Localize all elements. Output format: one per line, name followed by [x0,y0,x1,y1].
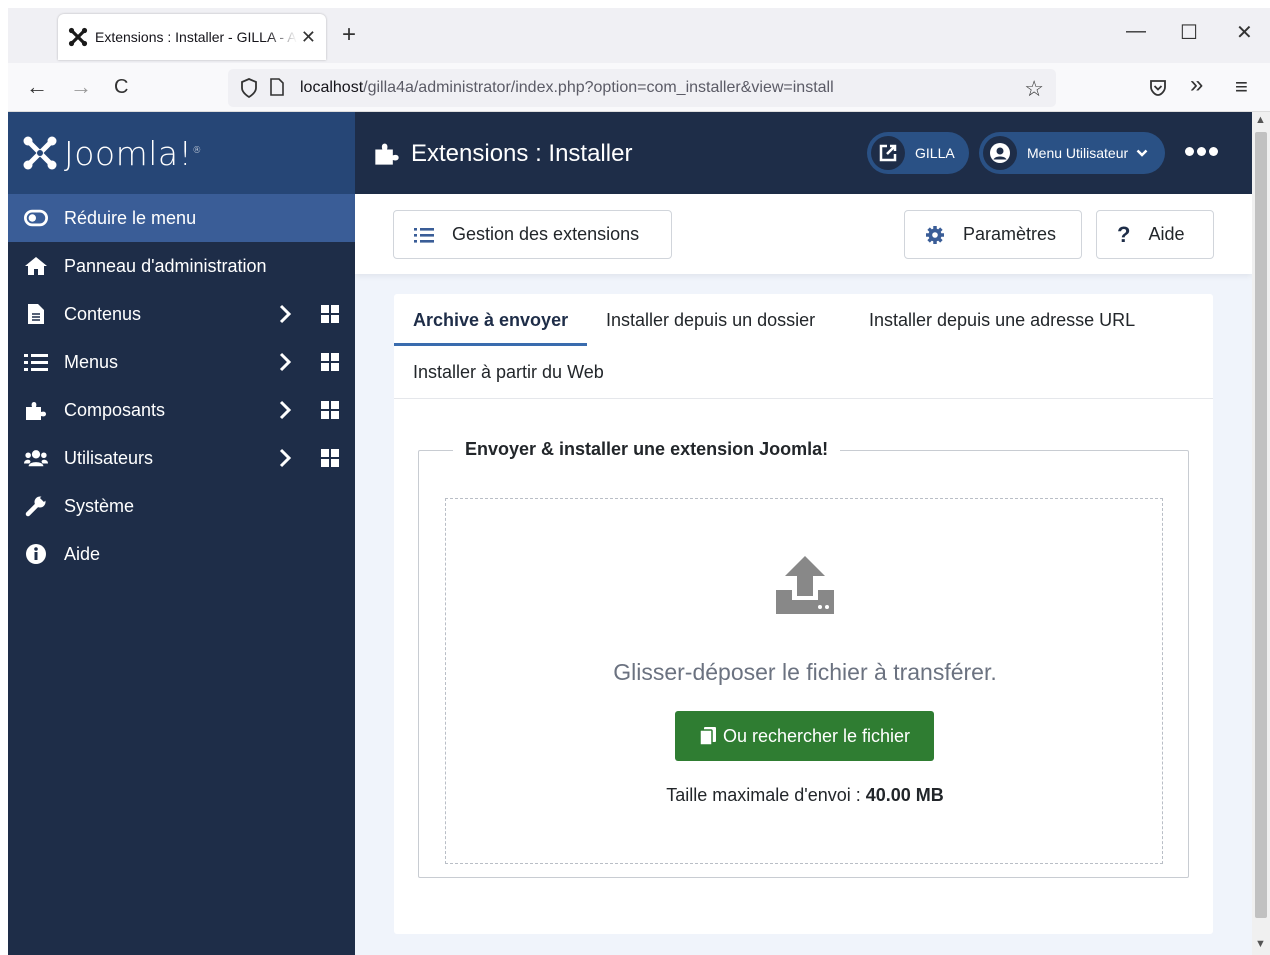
reload-button[interactable]: C [114,74,128,100]
scroll-thumb[interactable] [1255,132,1267,918]
installer-tabs: Archive à envoyer Installer depuis un do… [394,294,1213,399]
sidebar-item-label: Aide [64,543,101,564]
sidebar-item-users[interactable]: Utilisateurs [8,434,355,482]
list-icon [24,350,48,374]
toolbar: Gestion des extensions Paramètres ? Aide [355,194,1252,274]
joomla-logo-icon [23,136,57,170]
max-upload-size: Taille maximale d'envoi : 40.00 MB [666,785,944,805]
address-bar[interactable]: localhost/gilla4a/administrator/index.ph… [228,69,1056,107]
drop-zone[interactable]: Glisser-déposer le fichier à transférer.… [445,498,1163,864]
tab-install-folder[interactable]: Installer depuis un dossier [606,310,815,331]
users-icon [24,446,48,470]
scroll-down-arrow[interactable]: ▼ [1255,938,1266,950]
sidebar-item-content[interactable]: Contenus [8,290,355,338]
options-button[interactable]: Paramètres [904,210,1082,259]
page-scrollbar[interactable]: ▲ ▼ [1252,112,1270,955]
minimize-button[interactable]: — [1126,20,1146,43]
joomla-logo[interactable]: Joomla!® [8,112,355,194]
chevron-right-icon[interactable] [278,399,292,421]
help-label: Aide [1148,224,1185,244]
page-header: Extensions : Installer GILLA Menu Utilis… [355,112,1252,194]
chevron-right-icon[interactable] [278,447,292,469]
installer-card: Archive à envoyer Installer depuis un do… [394,294,1213,934]
extensions-overflow-icon[interactable]: » [1190,72,1203,98]
sidebar-item-dashboard[interactable]: Panneau d'administration [8,242,355,290]
dashboard-grid-icon[interactable] [321,449,339,467]
drop-zone-text: Glisser-déposer le fichier à transférer. [613,659,997,685]
main-content: Gestion des extensions Paramètres ? Aide… [355,194,1252,955]
url-text: localhost/gilla4a/administrator/index.ph… [300,79,834,96]
sidebar-item-label: Panneau d'administration [64,255,267,276]
list-icon [414,227,434,243]
scroll-up-arrow[interactable]: ▲ [1255,114,1266,126]
user-menu-button[interactable]: Menu Utilisateur [979,132,1165,174]
puzzle-icon [375,143,399,165]
upload-icon [776,556,834,614]
forward-button[interactable]: → [70,74,92,100]
close-window-button[interactable]: ✕ [1236,20,1253,45]
help-button[interactable]: ? Aide [1096,210,1214,259]
upload-fieldset: Envoyer & installer une extension Joomla… [418,439,1189,878]
toggle-icon [24,206,48,230]
sidebar-item-help[interactable]: Aide [8,530,355,578]
sidebar-item-label: Utilisateurs [64,447,154,468]
wrench-icon [24,494,48,518]
browser-tab-bar: Extensions : Installer - GILLA - Adminis… [8,8,1270,63]
sidebar-item-label: Composants [64,399,166,420]
file-icon [24,302,48,326]
sidebar-item-system[interactable]: Système [8,482,355,530]
site-name: GILLA [915,145,955,161]
sidebar-item-toggle-menu[interactable]: Réduire le menu [8,194,355,242]
tab-install-url[interactable]: Installer depuis une adresse URL [869,310,1135,331]
page-icon [270,78,284,96]
browser-tab-title: Extensions : Installer - GILLA - Adminis… [95,29,297,45]
browser-tab[interactable]: Extensions : Installer - GILLA - Adminis… [58,14,326,60]
question-icon: ? [1117,221,1131,247]
logo-text: Joomla!® [64,133,202,173]
sidebar: Joomla!® Réduire le menu Panneau d'admin… [8,112,355,955]
chevron-down-icon [1136,149,1148,157]
external-link-icon [871,136,905,170]
user-avatar-icon [983,136,1017,170]
back-button[interactable]: ← [26,74,48,100]
shield-icon [241,78,257,98]
chevron-right-icon[interactable] [278,351,292,373]
pocket-icon[interactable] [1148,78,1168,98]
browser-nav-bar: ← → C localhost/gilla4a/administrator/in… [8,63,1270,112]
dashboard-grid-icon[interactable] [321,401,339,419]
sidebar-item-menus[interactable]: Menus [8,338,355,386]
browse-file-button[interactable]: Ou rechercher le fichier [675,711,934,761]
browse-file-label: Ou rechercher le fichier [722,725,911,746]
page-title: Extensions : Installer [411,140,633,167]
sidebar-item-components[interactable]: Composants [8,386,355,434]
maximize-button[interactable]: ☐ [1180,20,1198,45]
copy-file-icon [699,726,717,746]
bookmark-star-icon[interactable]: ☆ [1024,76,1044,102]
active-tab-indicator [394,343,587,346]
tab-close-icon[interactable]: ✕ [301,27,316,48]
manage-extensions-button[interactable]: Gestion des extensions [393,210,672,259]
options-label: Paramètres [963,224,1057,244]
new-tab-button[interactable]: + [342,23,356,47]
app-menu-icon[interactable]: ≡ [1235,74,1248,100]
tab-install-web[interactable]: Installer à partir du Web [413,362,604,383]
user-menu-label: Menu Utilisateur [1027,145,1129,161]
more-options-icon[interactable] [1185,147,1218,156]
site-link-button[interactable]: GILLA [867,132,969,174]
sidebar-item-label: Contenus [64,303,142,324]
joomla-favicon-icon [68,27,88,47]
home-icon [24,254,48,278]
chevron-right-icon[interactable] [278,303,292,325]
sidebar-item-label: Système [64,495,135,516]
tab-upload-package[interactable]: Archive à envoyer [413,310,568,331]
dashboard-grid-icon[interactable] [321,353,339,371]
puzzle-icon [24,398,48,422]
manage-extensions-label: Gestion des extensions [452,224,640,244]
info-icon [24,542,48,566]
sidebar-item-label: Menus [64,351,119,372]
dashboard-grid-icon[interactable] [321,305,339,323]
upload-legend: Envoyer & installer une extension Joomla… [453,439,841,460]
gear-icon [925,225,945,245]
sidebar-item-label: Réduire le menu [64,207,197,228]
